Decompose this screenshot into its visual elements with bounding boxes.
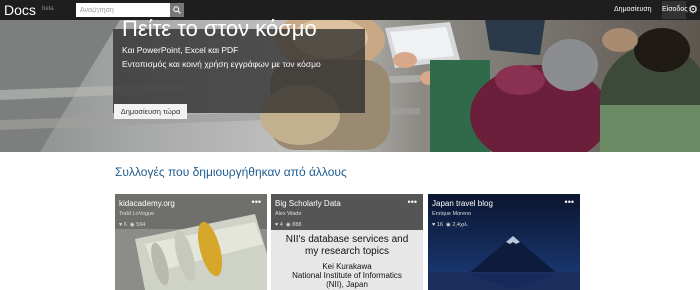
likes-count: 16 — [436, 222, 443, 228]
views-count: 2,4χιλ. — [452, 222, 469, 228]
views-count: 888 — [292, 222, 302, 228]
card-author[interactable]: Enrique Moreno — [432, 211, 471, 218]
slide-line-1: NII's database services and — [285, 234, 409, 245]
top-bar: Docs beta Δημοσίευση Είσοδος ⚙ — [0, 0, 700, 20]
beta-badge: beta — [42, 6, 54, 12]
more-options-icon[interactable]: ••• — [408, 198, 417, 207]
card-author[interactable]: Alex Wade — [275, 211, 301, 218]
card-title[interactable]: Big Scholarly Data — [275, 199, 341, 209]
more-options-icon[interactable]: ••• — [565, 198, 574, 207]
hero-subtitle-1: Και PowerPoint, Excel και PDF — [122, 45, 239, 55]
eye-icon: ◉ — [129, 222, 135, 228]
card-stats: ♥ 6 ◉ 594 — [119, 222, 145, 229]
slide-line-5: (NII), Japan — [326, 280, 368, 289]
hero-banner — [0, 20, 700, 152]
card-title[interactable]: kidacademy.org — [119, 199, 175, 209]
likes-count: 6 — [123, 222, 127, 228]
hero-subtitle-2: Εντοπισμός και κοινή χρήση εγγράφων με τ… — [122, 59, 321, 69]
publish-now-button[interactable]: Δημοσίευση τώρα — [114, 104, 187, 119]
hero-title: Πείτε το στον κόσμο — [122, 16, 317, 41]
card-author[interactable]: Todd LoVogue — [119, 211, 154, 218]
more-options-icon[interactable]: ••• — [252, 198, 261, 207]
collection-card[interactable]: kidacademy.org Todd LoVogue ♥ 6 ◉ 594 ••… — [115, 194, 267, 290]
card-stats: ♥ 16 ◉ 2,4χιλ. — [432, 222, 468, 229]
views-count: 594 — [136, 222, 146, 228]
collection-card[interactable]: NII's database services and my research … — [271, 194, 423, 290]
docs-logo[interactable]: Docs — [4, 1, 36, 19]
card-title[interactable]: Japan travel blog — [432, 199, 493, 209]
heart-icon: ♥ — [275, 222, 279, 228]
heart-icon: ♥ — [119, 222, 123, 228]
collections-heading: Συλλογές που δημιουργήθηκαν από άλλους — [115, 165, 347, 179]
likes-count: 4 — [279, 222, 283, 228]
collection-card[interactable]: Japan travel blog Enrique Moreno ♥ 16 ◉ … — [428, 194, 580, 290]
eye-icon: ◉ — [285, 222, 291, 228]
card-stats: ♥ 4 ◉ 888 — [275, 222, 301, 229]
heart-icon: ♥ — [432, 222, 436, 228]
eye-icon: ◉ — [445, 222, 451, 228]
gear-icon[interactable]: ⚙ — [687, 2, 699, 18]
slide-line-2: my research topics — [305, 246, 389, 257]
search-icon — [173, 6, 181, 14]
signin-button[interactable]: Είσοδος — [662, 1, 688, 19]
publish-link[interactable]: Δημοσίευση — [614, 5, 652, 15]
